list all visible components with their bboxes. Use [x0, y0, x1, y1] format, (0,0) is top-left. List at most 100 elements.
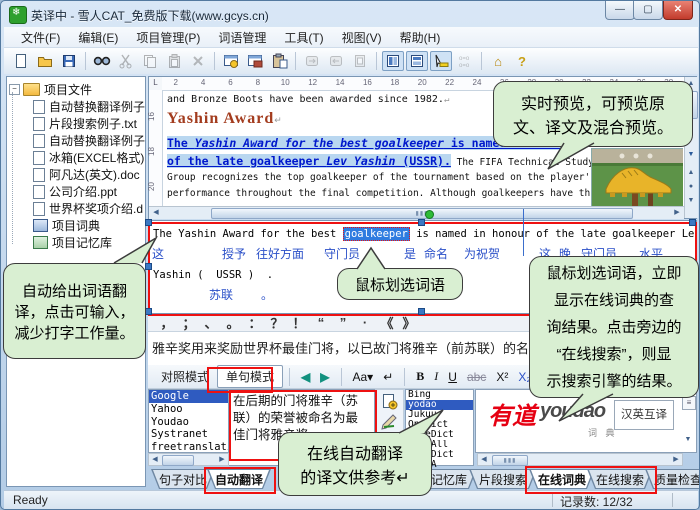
menu-terms[interactable]: 词语管理 [209, 27, 275, 48]
doc-line: and Bronze Boots have been awarded since… [167, 94, 449, 105]
dict-provider-item[interactable]: Bing [406, 390, 473, 400]
menu-edit[interactable]: 编辑(E) [69, 27, 127, 48]
selected-word-goalkeeper[interactable]: goalkeeper [343, 227, 410, 241]
browse-object-icon[interactable]: ● [685, 181, 697, 192]
browse-prev-icon[interactable]: ▲ [685, 167, 697, 178]
home-icon[interactable]: ⌂ [487, 51, 509, 71]
scroll-down-icon[interactable]: ▼ [685, 149, 697, 160]
save-icon[interactable] [58, 51, 80, 71]
tab-online-dict[interactable]: 在线词典 [529, 469, 595, 489]
punct-button[interactable]: 、 [200, 313, 222, 332]
clipboard-translate-icon[interactable] [268, 51, 290, 71]
find-icon[interactable] [91, 51, 113, 71]
browse-next-icon[interactable]: ▼ [685, 195, 697, 206]
next-segment-icon[interactable]: ▶ [315, 370, 334, 384]
new-file-icon[interactable] [10, 51, 32, 71]
mt-provider-item[interactable]: Yahoo [149, 403, 228, 416]
tab-sentence-compare[interactable]: 句子对比 [151, 469, 215, 489]
lang-toggle-button[interactable]: 汉英互译 [614, 400, 674, 430]
gloss-word[interactable]: 是 [404, 245, 416, 262]
maximize-button[interactable]: ▢ [633, 1, 663, 20]
bold-button[interactable]: B [411, 369, 429, 384]
open-folder-icon[interactable] [34, 51, 56, 71]
scroll-down-icon[interactable]: ▼ [682, 434, 694, 445]
confirm-translation-icon[interactable] [381, 413, 398, 430]
italic-button[interactable]: I [429, 369, 443, 384]
scroll-left-icon[interactable]: ◀ [150, 207, 162, 218]
gloss-word[interactable]: 授予 [222, 245, 246, 262]
scroll-right-icon[interactable]: ▶ [216, 454, 228, 465]
tree-file-item[interactable]: 冰箱(EXCEL格式).x [7, 149, 145, 166]
tree-file-item[interactable]: 阿凡达(英文).doc [7, 166, 145, 183]
punct-button[interactable]: “ [310, 315, 332, 330]
delete-icon [187, 51, 209, 71]
help-icon[interactable]: ? [511, 51, 533, 71]
scroll-left-icon[interactable]: ◀ [149, 454, 161, 465]
tree-file-item[interactable]: 世界杯奖项介绍.d [7, 200, 145, 217]
gloss-word[interactable]: 为祝贺 [464, 245, 500, 262]
mt-provider-item[interactable]: Systranet [149, 428, 228, 441]
punct-button[interactable]: · [354, 315, 376, 330]
tab-auto-translate[interactable]: 自动翻译 [207, 469, 271, 489]
gloss-word[interactable]: 。 [261, 286, 273, 303]
punct-button[interactable]: ” [332, 315, 354, 330]
tab-online-search[interactable]: 在线搜索 [587, 469, 653, 489]
punct-button[interactable]: 《 [376, 313, 398, 332]
preview-horizontal-scrollbar[interactable]: ◀ ▮▮▮ ▶ [149, 206, 684, 219]
tree-file-item[interactable]: 自动替换翻译例子 [7, 132, 145, 149]
scroll-left-icon[interactable]: ◀ [478, 454, 490, 465]
tree-file-item[interactable]: 片段搜索例子.txt [7, 115, 145, 132]
gloss-word[interactable]: 苏联 [209, 286, 233, 303]
close-button[interactable]: ✕ [663, 1, 693, 20]
punct-button[interactable]: ？ [266, 313, 288, 332]
new-entry-icon[interactable] [381, 393, 398, 410]
callout-online-dict: 鼠标划选词语，立即 显示在线词典的查 询结果。点击旁边的 “在线搜索”，则显 示… [529, 256, 699, 398]
superscript-button[interactable]: X² [491, 370, 513, 384]
underline-button[interactable]: U [443, 370, 462, 384]
dict-panel-scrollbar[interactable]: ◀ ▮▮▮ ▶ [477, 453, 683, 466]
menu-file[interactable]: 文件(F) [12, 27, 69, 48]
strikethrough-button[interactable]: abc [462, 370, 491, 384]
tab-quality-check[interactable]: 质量检查 [645, 469, 700, 489]
scroll-right-icon[interactable]: ▶ [670, 454, 682, 465]
gloss-word[interactable]: 命名 [424, 245, 448, 262]
mt-provider-item[interactable]: Youdao [149, 416, 228, 429]
menu-lines-icon[interactable]: ≡ [682, 396, 696, 410]
punct-button[interactable]: ； [178, 313, 200, 332]
mt-list-scrollbar[interactable]: ◀ ▶ [148, 453, 229, 466]
minimize-button[interactable]: — [605, 1, 635, 20]
tree-root-project-files[interactable]: − 项目文件 [7, 81, 145, 98]
punct-button[interactable]: ！ [288, 313, 310, 332]
import-project-icon[interactable] [244, 51, 266, 71]
punct-button[interactable]: ， [156, 313, 178, 332]
translation-text[interactable]: 雅辛奖用来奖励世界杯最佳门将，以已故门将雅辛（前苏联）的名字命 [152, 338, 555, 357]
single-sentence-mode-button[interactable]: 单句模式 [217, 365, 283, 388]
export-project-icon[interactable] [220, 51, 242, 71]
punct-button[interactable]: 》 [398, 313, 420, 332]
gloss-word[interactable]: 往好方面 [256, 245, 304, 262]
view-split-icon[interactable] [382, 51, 404, 71]
pointer-highlight-icon[interactable] [430, 51, 452, 71]
tab-stop-selector[interactable]: L [149, 77, 163, 91]
view-horizontal-icon[interactable] [406, 51, 428, 71]
collapse-icon[interactable]: − [9, 84, 20, 95]
menu-view[interactable]: 视图(V) [333, 27, 391, 48]
menu-project[interactable]: 项目管理(P) [127, 27, 209, 48]
enter-button[interactable]: ↵ [378, 370, 398, 384]
tree-file-item[interactable]: 自动替换翻译例子 [7, 98, 145, 115]
mt-provider-item[interactable]: Google [149, 390, 228, 403]
punct-button[interactable]: 。 [222, 313, 244, 332]
menu-tools[interactable]: 工具(T) [275, 27, 332, 48]
scroll-right-icon[interactable]: ▶ [671, 207, 683, 218]
toolbar: o=oo=o ⌂ ? [4, 48, 698, 74]
status-text: Ready [13, 493, 48, 507]
tree-file-item[interactable]: 公司介绍.ppt [7, 183, 145, 200]
compare-mode-button[interactable]: 对照模式 [153, 366, 217, 387]
font-button[interactable]: Aa▾ [348, 370, 379, 384]
punct-button[interactable]: ： [244, 313, 266, 332]
tab-fragment-search[interactable]: 片段搜索 [469, 469, 537, 489]
prev-segment-icon[interactable]: ◀ [296, 370, 315, 384]
tree-item-project-dictionary[interactable]: 项目词典 [7, 217, 145, 234]
menu-help[interactable]: 帮助(H) [391, 27, 450, 48]
selection-handle [689, 219, 696, 226]
